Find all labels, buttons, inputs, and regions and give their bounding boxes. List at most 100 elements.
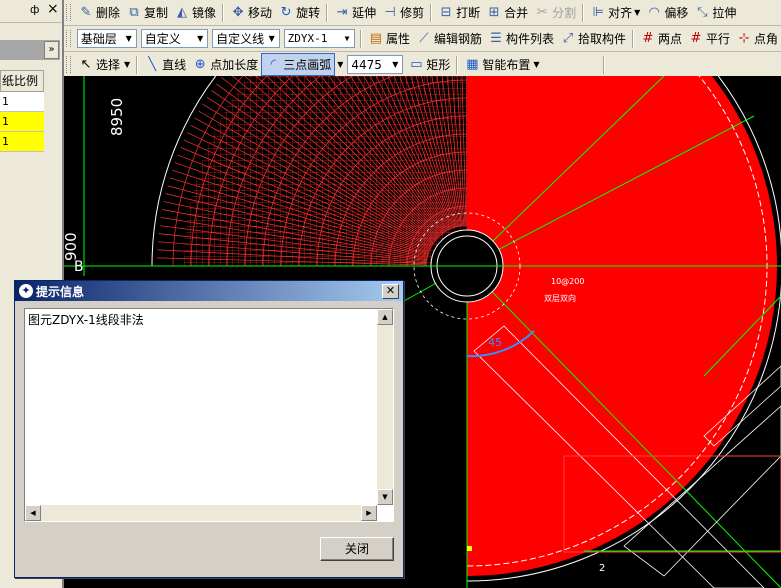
separator — [359, 29, 362, 48]
separator — [222, 3, 225, 22]
three-point-arc-button[interactable]: ◜ 三点画弧 — [261, 53, 336, 76]
scroll-up-arrow[interactable]: ▲ — [377, 309, 393, 325]
eraser-icon: ✎ — [80, 4, 92, 20]
scroll-left-arrow[interactable]: ◀ — [25, 505, 41, 521]
stretch-button[interactable]: ⤡ 拉伸 — [691, 2, 739, 23]
chevron-down-icon: ▼ — [268, 34, 275, 43]
mirror-button[interactable]: ◭ 镜像 — [171, 2, 219, 23]
toolbar-grip[interactable] — [66, 56, 71, 73]
align-button[interactable]: ⊫ 对齐 ▼ — [587, 2, 643, 23]
rebar-label: 10@200 — [551, 277, 584, 286]
toolbar-edit: ✎ 删除 ⧉ 复制 ◭ 镜像 ✥ 移动 ↻ 旋转 ⇥ 延伸 ⊣ 修剪 ⊟ 打断 ⊞ 合并 ✂ 分割 … — [64, 0, 781, 26]
yellow-marker — [467, 546, 472, 551]
property-table: 纸比例 1 1 1 — [0, 70, 44, 152]
chevron-down-icon[interactable]: ▼ — [337, 60, 343, 69]
close-icon[interactable]: ✕ — [382, 284, 399, 299]
offset-button[interactable]: ◠ 偏移 — [643, 2, 691, 23]
dimension-label: 8950 — [108, 98, 126, 136]
chevron-down-icon: ▼ — [197, 34, 204, 43]
rectangle-button[interactable]: ▭ 矩形 — [405, 54, 453, 75]
rectangle-icon: ▭ — [410, 56, 423, 72]
separator — [602, 55, 605, 74]
chevron-down-icon: ▼ — [392, 60, 399, 69]
scroll-down-arrow[interactable]: ▼ — [377, 489, 393, 505]
table-row[interactable]: 1 — [0, 92, 44, 112]
vertical-scrollbar[interactable]: ▲ ▼ — [377, 309, 393, 505]
close-icon[interactable]: × — [47, 1, 59, 17]
point-length-button[interactable]: ⊕ 点加长度 — [189, 54, 261, 75]
expand-button[interactable]: » — [44, 41, 59, 59]
layer-select[interactable]: 基础层 ▼ — [76, 29, 137, 48]
message-dialog: ✦ 提示信息 ✕ 图元ZDYX-1线段非法 ▲ ▼ ◀ ▶ 关闭 — [14, 280, 404, 578]
select-button[interactable]: ↖ 选择 ▼ — [75, 54, 133, 75]
element-select[interactable]: ZDYX-1 ▼ — [283, 29, 355, 48]
offset-icon: ◠ — [648, 4, 660, 20]
axis-label: B — [74, 259, 84, 275]
align-icon: ⊫ — [592, 4, 604, 20]
properties-icon: ▤ — [369, 30, 383, 46]
arc-value-select[interactable]: 4475 ▼ — [347, 55, 404, 74]
dimension-label: 900 — [64, 232, 80, 261]
parallel-icon: # — [690, 30, 702, 46]
merge-icon: ⊞ — [488, 4, 500, 20]
rebar-icon: ⟋ — [419, 30, 429, 46]
scroll-right-arrow[interactable]: ▶ — [361, 505, 377, 521]
type-select[interactable]: 自定义线 ▼ — [212, 29, 280, 48]
chevron-down-icon: ▼ — [125, 34, 132, 43]
cursor-icon: ↖ — [80, 56, 92, 72]
table-row[interactable]: 1 — [0, 132, 44, 152]
split-icon: ✂ — [536, 4, 548, 20]
parallel-button[interactable]: # 平行 — [685, 28, 733, 49]
grid-icon: ▦ — [466, 56, 479, 72]
edit-rebar-button[interactable]: ⟋ 编辑钢筋 — [413, 28, 485, 49]
trim-icon: ⊣ — [384, 4, 396, 20]
toolbar-draw: ↖ 选择 ▼ ╲ 直线 ⊕ 点加长度 ◜ 三点画弧 ▼ 4475 ▼ ▭ 矩形 ▦ 智能布置 ▼ — [64, 52, 781, 78]
dialog-title-bar[interactable]: ✦ 提示信息 ✕ — [15, 281, 403, 301]
point-angle-icon: ⊹ — [738, 30, 750, 46]
rotate-button[interactable]: ↻ 旋转 — [275, 2, 323, 23]
properties-button[interactable]: ▤ 属性 — [365, 28, 413, 49]
horizontal-scrollbar[interactable]: ◀ ▶ — [25, 505, 377, 521]
split-button[interactable]: ✂ 分割 — [531, 2, 579, 23]
angle-label: 45 — [488, 336, 502, 349]
separator — [456, 55, 459, 74]
smart-layout-button[interactable]: ▦ 智能布置 ▼ — [461, 54, 542, 75]
point-length-icon: ⊕ — [194, 56, 206, 72]
table-header: 纸比例 — [0, 70, 44, 92]
toolbar-grip[interactable] — [66, 4, 71, 21]
separator — [632, 29, 634, 48]
toolbar-grip[interactable] — [66, 30, 71, 47]
separator — [582, 3, 585, 22]
list-icon: ☰ — [490, 30, 502, 46]
trim-button[interactable]: ⊣ 修剪 — [379, 2, 427, 23]
component-list-button[interactable]: ☰ 构件列表 — [485, 28, 557, 49]
move-button[interactable]: ✥ 移动 — [227, 2, 275, 23]
two-points-button[interactable]: # 两点 — [637, 28, 685, 49]
dialog-title: 提示信息 — [36, 284, 85, 299]
separator — [430, 3, 433, 22]
line-icon: ╲ — [148, 56, 157, 72]
line-button[interactable]: ╲ 直线 — [141, 54, 189, 75]
table-row[interactable]: 1 — [0, 112, 44, 132]
merge-button[interactable]: ⊞ 合并 — [483, 2, 531, 23]
pin-icon[interactable]: ф — [30, 3, 39, 16]
arc-icon: ◜ — [270, 56, 276, 72]
app-icon: ✦ — [19, 284, 33, 298]
separator — [136, 55, 139, 74]
close-button[interactable]: 关闭 — [320, 537, 394, 561]
break-button[interactable]: ⊟ 打断 — [435, 2, 483, 23]
chevron-down-icon: ▼ — [344, 34, 350, 43]
pick-component-button[interactable]: ⤢ 拾取构件 — [557, 28, 629, 49]
copy-icon: ⧉ — [129, 4, 139, 20]
extend-icon: ⇥ — [336, 4, 348, 20]
point-angle-button[interactable]: ⊹ 点角 — [733, 28, 781, 49]
panel-header-bar: ф × — [0, 0, 64, 23]
copy-button[interactable]: ⧉ 复制 — [123, 2, 171, 23]
category-select[interactable]: 自定义 ▼ — [140, 29, 209, 48]
rotate-icon: ↻ — [280, 4, 292, 20]
delete-button[interactable]: ✎ 删除 — [75, 2, 123, 23]
move-icon: ✥ — [232, 4, 244, 20]
message-area[interactable]: 图元ZDYX-1线段非法 ▲ ▼ ◀ ▶ — [24, 308, 394, 522]
extend-button[interactable]: ⇥ 延伸 — [331, 2, 379, 23]
red-fill-region — [467, 76, 777, 576]
